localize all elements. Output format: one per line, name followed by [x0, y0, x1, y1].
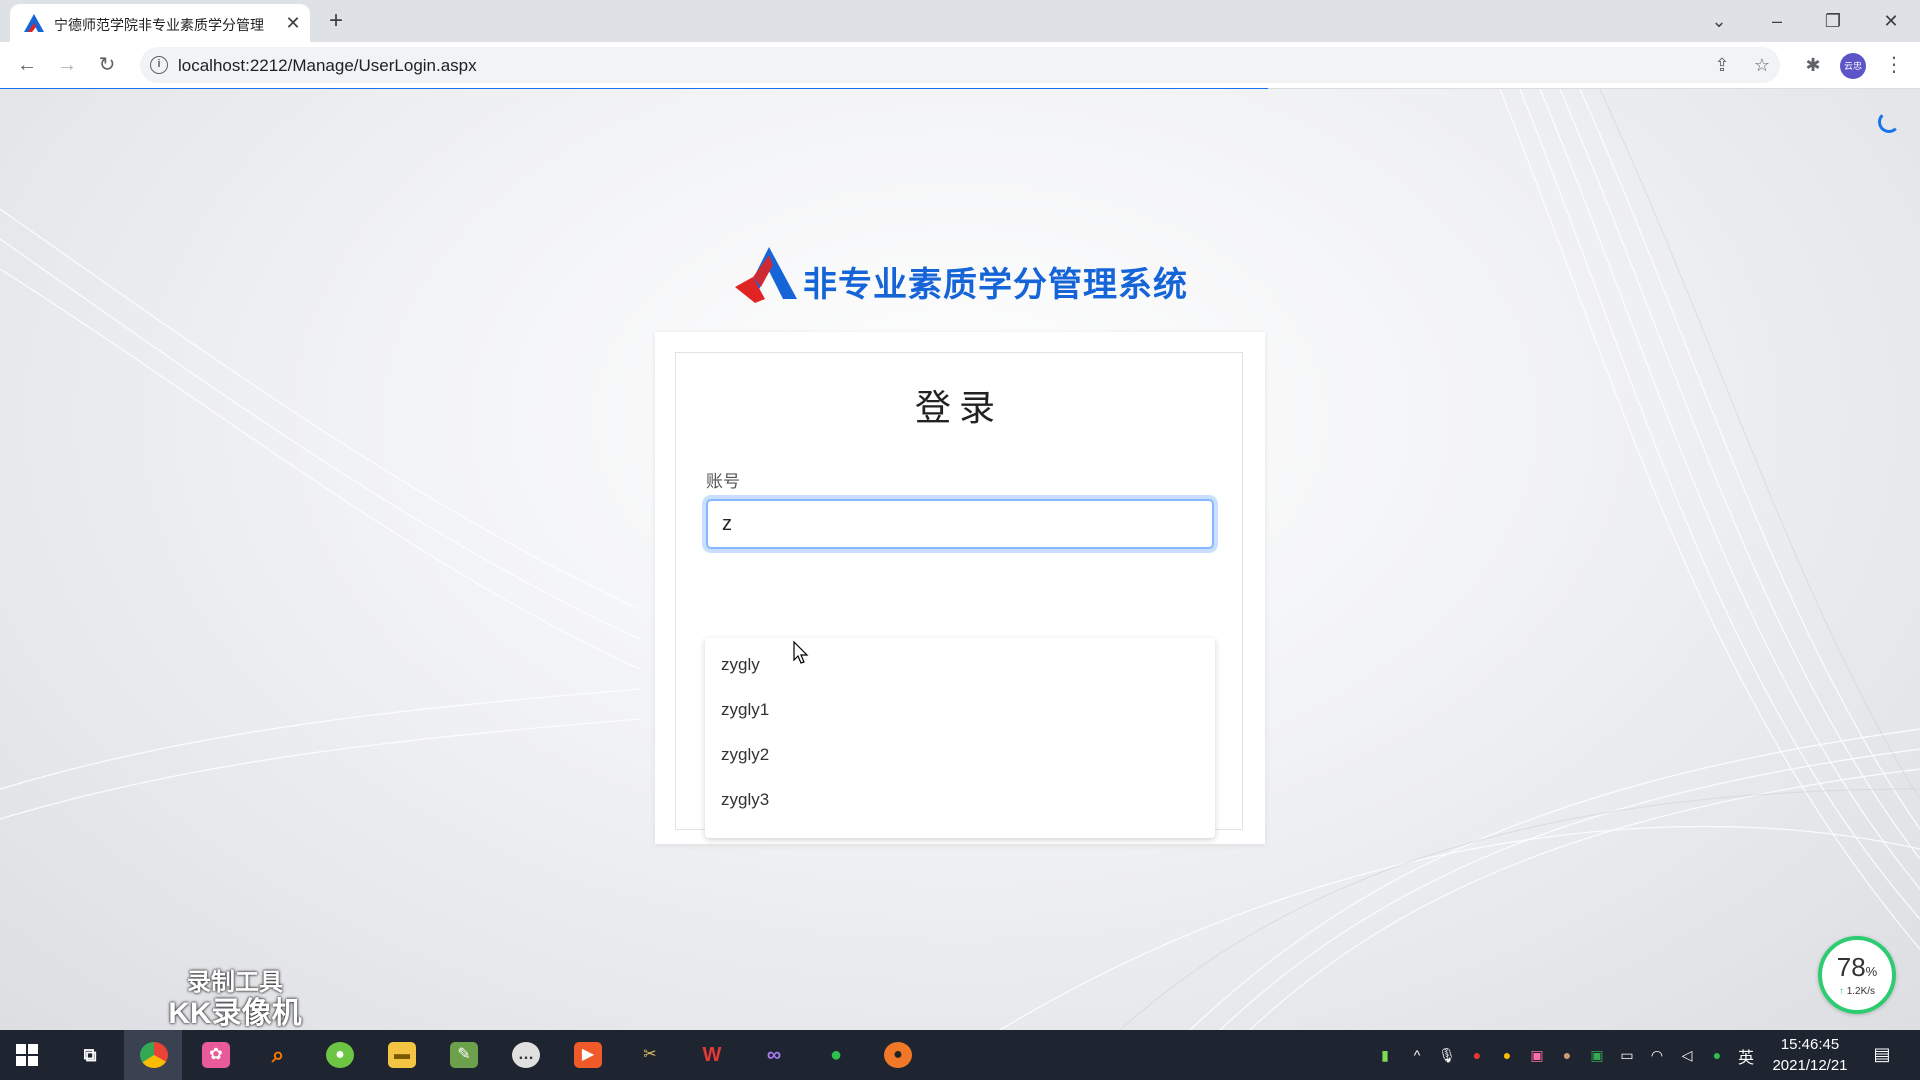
file-explorer-icon[interactable]: ▬ — [372, 1030, 430, 1080]
tray-app-icon[interactable]: ▣ — [1528, 1046, 1546, 1064]
account-label: 账号 — [706, 472, 740, 491]
profile-avatar[interactable]: 云忠 — [1840, 53, 1866, 79]
star-icon[interactable]: ☆ — [1750, 53, 1774, 77]
account-input[interactable] — [706, 499, 1214, 549]
minimize-button[interactable]: – — [1762, 6, 1792, 36]
clock-date: 2021/12/21 — [1772, 1057, 1848, 1074]
tray-app-icon[interactable]: ● — [1468, 1046, 1486, 1064]
windows-start-icon[interactable] — [16, 1044, 38, 1066]
autocomplete-item[interactable]: zygly1 — [705, 687, 1215, 732]
reload-icon[interactable]: ↻ — [92, 50, 122, 80]
tab-close-icon[interactable]: ✕ — [282, 12, 304, 34]
screen: 宁德师范学院非专业素质学分管理 ✕ + ⌄ – ❐ ✕ ← → ↻ i loca… — [0, 0, 1920, 1080]
watermark-line2: KK录像机 — [168, 997, 302, 1030]
tools-app-icon[interactable]: ✂ — [620, 1030, 678, 1080]
volume-icon[interactable]: ◁ — [1678, 1046, 1696, 1064]
upload-speed: ↑ 1.2K/s — [1838, 986, 1876, 997]
editor-app-icon[interactable]: ✎ — [434, 1030, 492, 1080]
wechat-icon[interactable]: ● — [806, 1030, 864, 1080]
back-icon[interactable]: ← — [12, 50, 42, 80]
autocomplete-item[interactable]: zygly — [705, 642, 1215, 687]
tray-app-icon[interactable]: ● — [1558, 1046, 1576, 1064]
notification-center-icon[interactable]: ▤ — [1870, 1042, 1894, 1066]
input-method-indicator[interactable]: 英 — [1738, 1044, 1754, 1068]
address-url: localhost:2212/Manage/UserLogin.aspx — [178, 56, 477, 75]
close-window-button[interactable]: ✕ — [1876, 6, 1906, 36]
battery-icon[interactable]: ▮ — [1376, 1046, 1394, 1064]
microphone-icon[interactable]: 🎙 — [1438, 1046, 1456, 1064]
login-heading: 登录 — [914, 387, 1003, 428]
windows-taskbar: ⧉ ✿ ⌕ ● ▬ ✎ … ▶ ✂ W ∞ ● ● ▮ ^ 🎙 ● ● ▣ ● … — [0, 1030, 1920, 1080]
search-app-icon[interactable]: ⌕ — [248, 1030, 306, 1080]
forward-icon[interactable]: → — [52, 50, 82, 80]
school-logo-icon — [735, 247, 797, 303]
watermark-line1: 录制工具 — [187, 969, 283, 996]
tray-app-icon[interactable]: ▣ — [1588, 1046, 1606, 1064]
info-icon[interactable]: i — [150, 56, 168, 74]
power-icon[interactable]: ▭ — [1618, 1046, 1636, 1064]
browser-toolbar: ← → ↻ i localhost:2212/Manage/UserLogin.… — [0, 42, 1920, 89]
new-tab-button[interactable]: + — [322, 8, 350, 36]
extension-icon[interactable]: ✱ — [1800, 52, 1826, 78]
wechat-tray-icon[interactable]: ● — [1708, 1046, 1726, 1064]
system-brand: 非专业素质学分管理系统 — [735, 247, 1195, 305]
tab-title: 宁德师范学院非专业素质学分管理 — [54, 17, 264, 33]
system-clock[interactable]: 15:46:45 2021/12/21 — [1760, 1034, 1860, 1076]
address-bar[interactable]: i localhost:2212/Manage/UserLogin.aspx ⇪… — [140, 47, 1780, 83]
wifi-icon[interactable]: ◠ — [1648, 1046, 1666, 1064]
slides-app-icon[interactable]: ▶ — [558, 1030, 616, 1080]
task-view-icon[interactable]: ⧉ — [60, 1030, 118, 1080]
green-app-icon[interactable]: ● — [310, 1030, 368, 1080]
browser-tab[interactable]: 宁德师范学院非专业素质学分管理 ✕ — [10, 4, 310, 42]
visual-studio-icon[interactable]: ∞ — [744, 1030, 802, 1080]
restore-button[interactable]: ❐ — [1818, 6, 1848, 36]
wps-icon[interactable]: W — [682, 1030, 740, 1080]
photo-app-icon[interactable]: ✿ — [186, 1030, 244, 1080]
page-content: 非专业素质学分管理系统 登录 账号 登录 zygly zygly1 zygly2… — [0, 89, 1920, 1030]
clock-time: 15:46:45 — [1780, 1036, 1840, 1053]
system-title: 非专业素质学分管理系统 — [803, 266, 1188, 304]
loading-spinner-icon — [1878, 111, 1900, 133]
share-icon[interactable]: ⇪ — [1710, 53, 1734, 77]
menu-icon[interactable]: ⋮ — [1882, 52, 1906, 78]
chat-app-icon[interactable]: … — [496, 1030, 554, 1080]
chrome-icon[interactable] — [124, 1030, 182, 1080]
autocomplete-item[interactable]: zygly3 — [705, 777, 1215, 822]
tray-expand-icon[interactable]: ^ — [1408, 1046, 1426, 1064]
tray-app-icon[interactable]: ● — [1498, 1046, 1516, 1064]
recorder-app-icon[interactable]: ● — [868, 1030, 926, 1080]
mouse-cursor-icon — [793, 641, 809, 664]
tab-search-icon[interactable]: ⌄ — [1704, 6, 1734, 36]
autocomplete-item[interactable]: zygly2 — [705, 732, 1215, 777]
site-favicon-icon — [24, 14, 44, 32]
autocomplete-dropdown: zygly zygly1 zygly2 zygly3 — [705, 638, 1215, 838]
network-speed-widget[interactable]: 78% ↑ 1.2K/s — [1818, 936, 1896, 1014]
recorder-watermark: 录制工具 KK录像机 — [160, 969, 310, 1030]
browser-tab-bar: 宁德师范学院非专业素质学分管理 ✕ + ⌄ – ❐ ✕ — [0, 0, 1920, 42]
memory-percent: 78% — [1836, 952, 1878, 982]
